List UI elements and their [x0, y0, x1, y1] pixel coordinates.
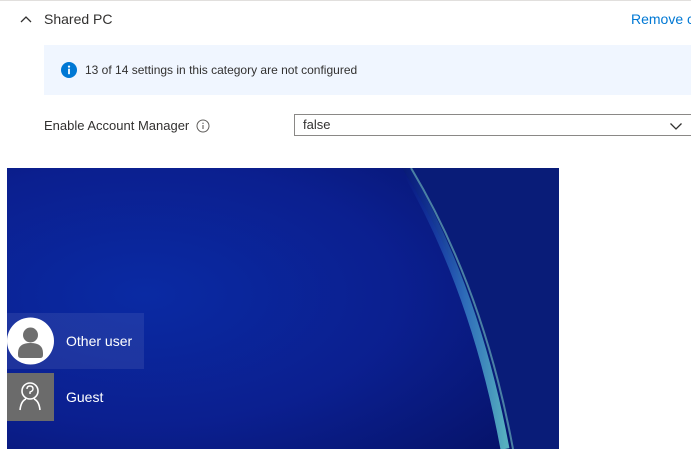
dropdown-selected-value: false: [303, 117, 331, 132]
user-tile-other-user[interactable]: Other user: [7, 313, 144, 369]
info-bar-text: 13 of 14 settings in this category are n…: [85, 63, 358, 77]
section-header-shared-pc: Shared PC Remove c: [0, 0, 691, 38]
user-tile-guest[interactable]: Guest: [7, 369, 144, 425]
guest-icon: [7, 373, 54, 421]
setting-label-enable-account-manager: Enable Account Manager: [44, 118, 190, 133]
enable-account-manager-dropdown[interactable]: false: [294, 114, 691, 136]
user-name: Other user: [66, 333, 133, 349]
user-name: Guest: [66, 389, 104, 405]
info-bar: 13 of 14 settings in this category are n…: [44, 45, 691, 95]
person-icon: [7, 317, 54, 365]
login-screen-preview: Other user Guest: [7, 168, 559, 449]
section-title: Shared PC: [44, 11, 113, 27]
info-outline-icon[interactable]: [196, 119, 210, 133]
chevron-up-icon[interactable]: [18, 11, 34, 27]
info-icon: [61, 62, 77, 78]
chevron-down-icon: [670, 123, 682, 130]
remove-category-link[interactable]: Remove c: [631, 10, 691, 28]
